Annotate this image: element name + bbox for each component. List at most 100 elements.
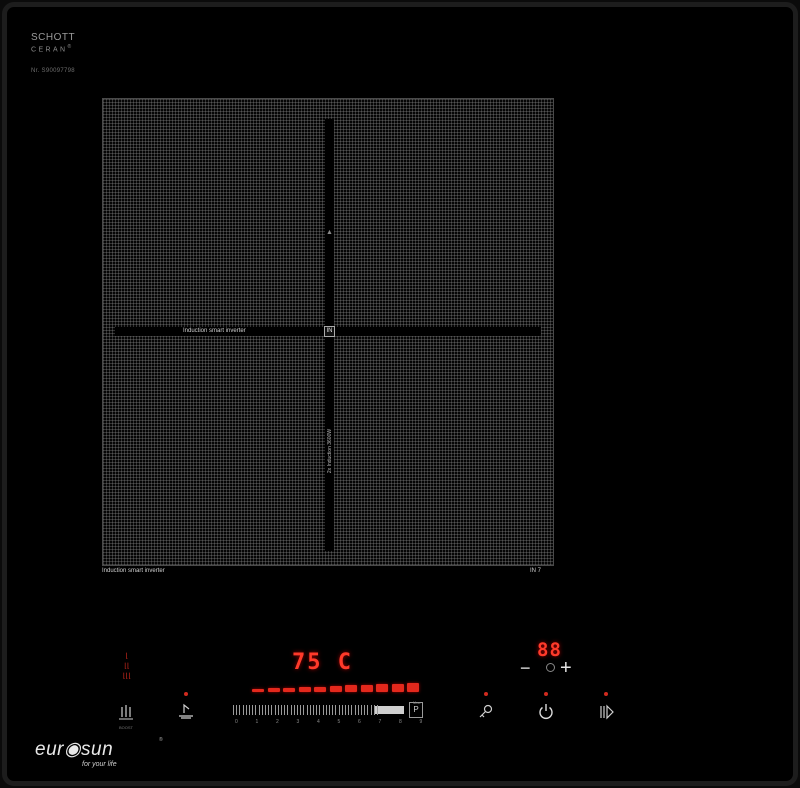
serial-number: Nr. S90097798 [31, 68, 75, 74]
slider-tick [297, 705, 298, 715]
slider-tick [367, 705, 369, 715]
slider-tick [233, 705, 234, 715]
power-level-segment [376, 684, 388, 692]
slider-number: 2 [276, 719, 279, 725]
slider-tick [239, 705, 241, 715]
up-arrow-icon: ▲ [326, 229, 333, 236]
schott-brand-text: SCHOTT [31, 32, 76, 43]
heat-high-icon: ⌊⌊⌊ [122, 673, 132, 680]
power-level-segment [252, 689, 264, 692]
boost-icon [119, 705, 133, 720]
logo-tagline: for your life [82, 761, 117, 768]
power-level-segment [391, 683, 404, 692]
slider-tick [377, 705, 378, 715]
slider-number: 7 [378, 719, 382, 725]
slider-tick [354, 705, 356, 715]
slider-tick [265, 705, 266, 715]
indicator-dot [484, 692, 488, 696]
slider-tick [255, 705, 257, 715]
heat-medium-icon: ⌊⌊ [124, 663, 130, 670]
timer-minus-button[interactable]: − [520, 659, 531, 677]
induction-hob-panel: SCHOTT CERAN® Nr. S90097798 ▲ Induction … [2, 2, 798, 786]
clock-icon [546, 663, 555, 672]
slider-tick [236, 705, 238, 715]
ceran-brand-text: CERAN® [31, 44, 74, 54]
boost-button[interactable]: BOOST [115, 701, 137, 730]
slider-tick [252, 705, 254, 715]
pause-button[interactable] [595, 692, 617, 723]
slider-max-label: Max [413, 700, 421, 705]
slider-tick [332, 705, 334, 715]
power-level-segment [407, 683, 419, 692]
eurosun-logo: eur◉sun [35, 739, 114, 760]
slider-tick [268, 705, 270, 715]
flex-cooking-zone[interactable]: ▲ Induction smart inverter IN 2x Inducti… [102, 98, 554, 566]
slider-tick [287, 705, 289, 715]
pause-icon [600, 704, 614, 720]
slider-tick [293, 705, 295, 715]
slider-tick [306, 705, 308, 715]
slider-number: 6 [358, 719, 361, 725]
power-level-bar [252, 682, 424, 692]
slider-tick [313, 705, 314, 715]
power-level-segment [267, 688, 280, 692]
keep-warm-icon [179, 703, 193, 719]
slider-tick [300, 705, 302, 715]
zone-label-vertical: 2x Induction 3600W [326, 428, 333, 474]
slider-tick [303, 705, 305, 715]
slider-tick [345, 705, 346, 715]
slider-number: 8 [399, 719, 402, 725]
slider-tick [351, 705, 353, 715]
slider-tick [309, 705, 311, 715]
slider-tick [319, 705, 321, 715]
power-level-segment [283, 687, 295, 692]
registered-mark: ® [159, 737, 163, 743]
slider-tick [245, 705, 247, 715]
power-icon [539, 704, 553, 719]
slider-number: 9 [419, 719, 423, 725]
power-level-segment [298, 687, 311, 692]
slider-tick [274, 705, 276, 715]
slider-tick [370, 705, 372, 715]
slider-tick [284, 705, 286, 715]
timer-display: 88 [537, 639, 562, 661]
zone-footer-label: Induction smart inverter [102, 568, 165, 574]
slider-number: 4 [317, 719, 320, 725]
power-button[interactable] [535, 692, 557, 723]
boost-caption: BOOST [118, 725, 133, 730]
keep-warm-button[interactable] [175, 692, 197, 723]
lock-icon [479, 704, 493, 718]
power-slider[interactable]: P [233, 702, 423, 718]
slider-tick [242, 705, 244, 715]
lock-button[interactable] [475, 692, 497, 723]
slider-tick [373, 705, 375, 715]
slider-number: 5 [337, 719, 341, 725]
timer-plus-button[interactable]: + [560, 658, 572, 678]
slider-tick [357, 705, 359, 715]
indicator-dot [544, 692, 548, 696]
slider-tick [329, 705, 330, 715]
slider-number: 1 [255, 719, 259, 725]
slider-tick [249, 705, 250, 715]
indicator-dot [184, 692, 188, 696]
slider-tick [290, 705, 292, 715]
slider-numbers: 0 1 2 3 4 5 6 7 8 9 [233, 719, 423, 727]
slider-tick [316, 705, 318, 715]
slider-number: 3 [296, 719, 300, 725]
slider-tick [261, 705, 263, 715]
slider-tick [277, 705, 279, 715]
slider-tick [364, 705, 366, 715]
slider-number: 0 [235, 719, 238, 725]
slider-tick [258, 705, 260, 715]
slider-tick [281, 705, 282, 715]
indicator-dot [604, 692, 608, 696]
power-level-segment [345, 685, 357, 692]
power-level-segment [360, 684, 373, 692]
slider-tick [361, 705, 362, 715]
slider-tick [338, 705, 340, 715]
slider-tick [322, 705, 324, 715]
zone-center-icon: IN [324, 326, 335, 337]
power-level-segment [314, 686, 326, 692]
zone-footer-code: IN 7 [530, 568, 542, 574]
power-level-segment [329, 686, 342, 692]
